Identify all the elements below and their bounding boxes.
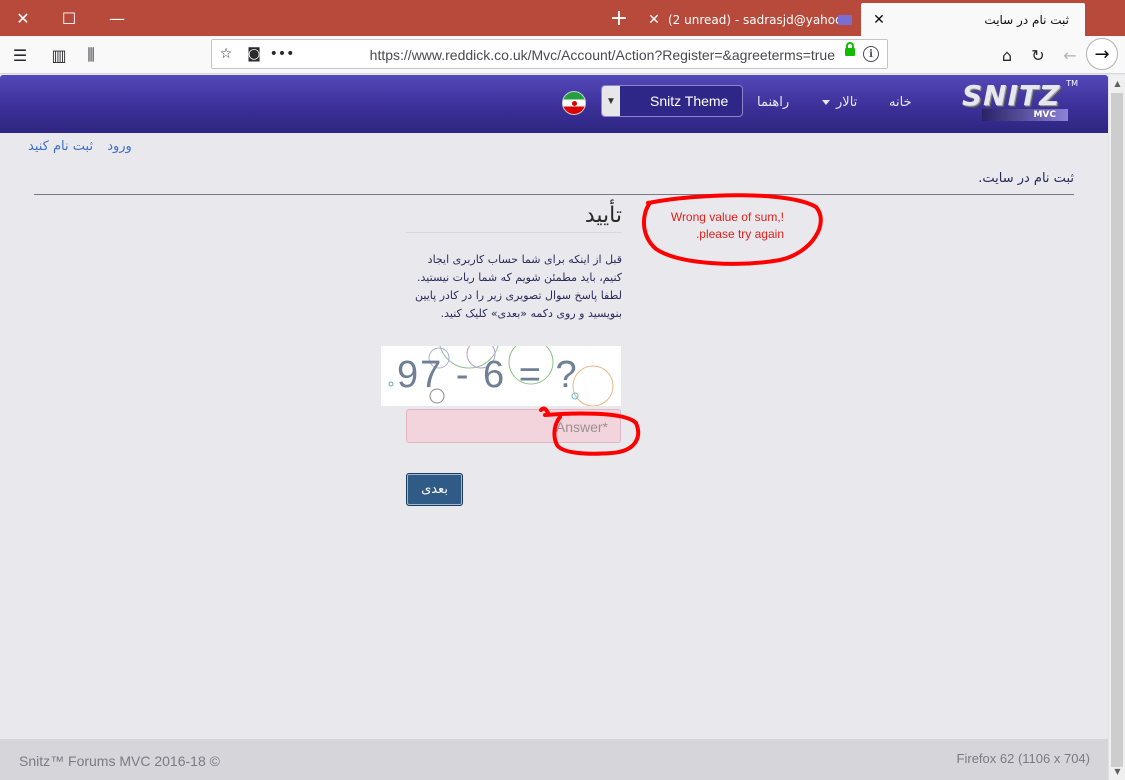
flag-emblem	[572, 101, 577, 106]
address-bar[interactable]: ☆ ◙ ••• https://www.reddick.co.uk/Mvc/Ac…	[211, 39, 888, 69]
error-line-1: Wrong value of sum,!	[670, 210, 784, 224]
answer-input[interactable]: Answer*	[406, 409, 621, 443]
next-button[interactable]: بعدی	[406, 473, 463, 506]
lock-icon[interactable]	[845, 42, 855, 56]
confirm-description: قبل از اینکه برای شما حساب کاربری ایجاد …	[415, 253, 622, 320]
browser-toolbar: ☰ ▥ ⫼ ☆ ◙ ••• https://www.reddick.co.uk/…	[0, 36, 1125, 74]
library-icon[interactable]: ⫼	[78, 42, 104, 68]
scrollbar-thumb[interactable]	[1111, 93, 1123, 767]
tab-register[interactable]: ✕ ثبت نام در سایت	[861, 3, 1085, 36]
reader-view-icon[interactable]: ▥	[46, 42, 72, 68]
home-icon[interactable]: ⌂	[994, 42, 1020, 68]
bookmark-star-icon[interactable]: ☆	[216, 44, 236, 64]
tab-title: (2 unread) - sadrasjd@yahoo.com	[668, 12, 838, 27]
menu-icon[interactable]: ☰	[7, 42, 33, 68]
captcha-image: 97 - 6 = ?	[381, 346, 621, 406]
page-actions-icon[interactable]: •••	[270, 44, 295, 64]
back-icon[interactable]: ←	[1057, 42, 1083, 68]
caret-down-icon	[822, 100, 830, 105]
logo-text: SNITZ	[962, 79, 1061, 112]
nav-help-link[interactable]: راهنما	[757, 95, 789, 110]
info-icon[interactable]: i	[863, 46, 879, 62]
nav-forum-label: تالار	[836, 95, 858, 110]
close-tab-icon[interactable]: ✕	[871, 12, 887, 28]
divider	[34, 194, 1074, 195]
nav-home-link[interactable]: خانه	[889, 95, 912, 110]
page-viewport: SNITZ TM MVC خانه تالار راهنما ▼ Snitz T…	[0, 75, 1108, 780]
error-message: Wrong value of sum,! .please try again	[640, 209, 784, 243]
error-line-2: .please try again	[695, 227, 784, 241]
site-navbar: SNITZ TM MVC خانه تالار راهنما ▼ Snitz T…	[0, 75, 1108, 133]
chevron-down-icon: ▼	[602, 86, 620, 116]
forward-icon[interactable]: →	[1086, 38, 1118, 70]
register-link[interactable]: ثبت نام کنید	[28, 139, 93, 154]
window-minimize-icon[interactable]: —	[94, 0, 140, 36]
confirm-title: تأیید	[406, 203, 622, 233]
page-footer: Snitz™ Forums MVC 2016-18 © Firefox 62 (…	[0, 739, 1108, 780]
scroll-down-icon[interactable]: ▼	[1109, 763, 1125, 780]
iran-flag-icon[interactable]	[562, 91, 586, 115]
browser-size-readout: Firefox 62 (1106 x 704)	[956, 751, 1090, 766]
captcha-text: 97 - 6 = ?	[397, 354, 579, 396]
vertical-scrollbar[interactable]: ▲ ▼	[1108, 75, 1125, 780]
scroll-up-icon[interactable]: ▲	[1109, 75, 1125, 92]
tab-email[interactable]: ✕ (2 unread) - sadrasjd@yahoo.com	[638, 3, 860, 36]
logo-mvc-text: MVC	[982, 109, 1068, 121]
theme-select[interactable]: ▼ Snitz Theme	[601, 85, 743, 117]
url-text[interactable]: https://www.reddick.co.uk/Mvc/Account/Ac…	[370, 47, 835, 63]
logo-trademark: TM	[1066, 79, 1078, 88]
nav-forum-dropdown[interactable]: تالار	[822, 95, 857, 110]
reload-icon[interactable]: ↻	[1025, 42, 1051, 68]
login-link[interactable]: ورود	[107, 139, 132, 154]
pocket-icon[interactable]: ◙	[244, 44, 264, 64]
browser-titlebar: ✕ ☐ — + ✕ (2 unread) - sadrasjd@yahoo.co…	[0, 0, 1125, 36]
mail-icon	[838, 14, 852, 25]
window-maximize-icon[interactable]: ☐	[46, 0, 92, 36]
footer-copyright: Snitz™ Forums MVC 2016-18 ©	[19, 753, 220, 769]
tab-title: ثبت نام در سایت	[984, 12, 1069, 27]
close-tab-icon[interactable]: ✕	[646, 12, 662, 28]
theme-select-value: Snitz Theme	[650, 93, 729, 109]
page-heading: ثبت نام در سایت.	[978, 171, 1074, 186]
account-links: ورود ثبت نام کنید	[18, 139, 132, 154]
answer-placeholder: Answer*	[555, 419, 608, 435]
window-close-icon[interactable]: ✕	[0, 0, 46, 36]
site-logo[interactable]: SNITZ TM MVC	[962, 79, 1078, 123]
new-tab-icon[interactable]: +	[602, 0, 636, 36]
